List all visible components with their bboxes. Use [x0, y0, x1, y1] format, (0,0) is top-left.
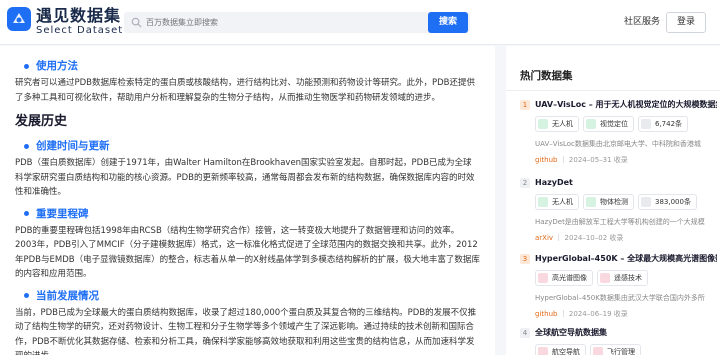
- dataset-description: HazyDet是由解放军工程大学等机构创建的一个大规模: [535, 218, 705, 226]
- dataset-title[interactable]: HazyDet: [535, 177, 717, 189]
- database-icon: [641, 197, 651, 207]
- hot-datasets-title: 热门数据集: [520, 70, 573, 82]
- tag[interactable]: 飞行管理: [590, 344, 641, 355]
- dataset-card[interactable]: 1 UAV–VisLoc – 用于无人机视觉定位的大规模数据集 无人机 视觉定位…: [520, 99, 717, 169]
- brand-subtitle: Select Dataset: [36, 25, 124, 36]
- tag[interactable]: 无人机: [535, 116, 579, 132]
- tag[interactable]: 高光谱图像: [535, 270, 593, 286]
- dataset-title[interactable]: 全球航空导航数据集: [535, 327, 717, 339]
- brand-name[interactable]: 遇见数据集: [36, 7, 121, 25]
- dataset-title[interactable]: UAV–VisLoc – 用于无人机视觉定位的大规模数据集: [535, 99, 717, 111]
- record-count: 383,000条: [638, 194, 697, 210]
- section-creation-heading: 创建时间与更新: [24, 139, 480, 153]
- tag[interactable]: 视觉定位: [583, 116, 634, 132]
- search-input[interactable]: [146, 12, 446, 33]
- dataset-card[interactable]: 4 全球航空导航数据集 航空导航 飞行管理: [520, 327, 716, 355]
- bullet-dot-icon: [24, 63, 29, 69]
- creation-paragraph: PDB（蛋白质数据库）创建于1971年，由Walter Hamilton在Bro…: [15, 158, 475, 197]
- dataset-description: HyperGlobal–450K数据集由武汉大学联合国内外多所: [535, 294, 705, 302]
- dataset-title[interactable]: HyperGlobal–450K – 全球最大规模高光谱图像数据集: [535, 253, 717, 265]
- search-box: [124, 12, 470, 33]
- navigation-icon: [538, 347, 548, 355]
- dataset-card[interactable]: 2 HazyDet 无人机 物体检测 383,000条 HazyDet是由解放军…: [520, 177, 716, 247]
- history-section-title: 发展历史: [15, 114, 68, 129]
- date-label: 2024–10–02: [564, 234, 608, 242]
- status-label: 收录: [613, 156, 628, 164]
- drone-icon: [538, 197, 548, 207]
- remote-sensing-icon: [600, 273, 610, 283]
- tag[interactable]: 物体检测: [583, 194, 634, 210]
- status-label: 收录: [609, 234, 624, 242]
- flight-icon: [593, 347, 603, 355]
- status-label: 收录: [613, 310, 628, 318]
- dataset-description: UAV–VisLoc数据集由北京邮电大学、中科院和香港城: [535, 140, 701, 148]
- search-button[interactable]: 搜索: [428, 12, 468, 33]
- dataset-card[interactable]: 3 HyperGlobal–450K – 全球最大规模高光谱图像数据集 高光谱图…: [520, 253, 717, 323]
- source-label: github: [535, 310, 558, 318]
- bullet-dot-icon: [24, 293, 29, 298]
- article-content: 使用方法 研究者可以通过PDB数据库检索特定的蛋白质或核酸结构，进行结构比对、功…: [0, 46, 495, 355]
- rank-badge: 1: [520, 100, 530, 110]
- usage-paragraph: 研究者可以通过PDB数据库检索特定的蛋白质或核酸结构，进行结构比对、功能预测和药…: [15, 78, 476, 103]
- tag[interactable]: 遥感技术: [597, 270, 648, 286]
- drone-icon: [538, 119, 548, 129]
- login-button[interactable]: 登录: [666, 12, 706, 33]
- date-label: 2024–05–31: [568, 156, 612, 164]
- database-icon: [641, 119, 651, 129]
- section-milestones-heading: 重要里程碑: [24, 207, 480, 221]
- source-label: github: [535, 156, 558, 164]
- bullet-dot-icon: [24, 211, 29, 216]
- date-label: 2024–06–19: [568, 310, 612, 318]
- search-icon: [131, 17, 142, 28]
- rank-badge: 4: [520, 328, 530, 338]
- bullet-dot-icon: [24, 143, 29, 149]
- logo-icon[interactable]: [6, 6, 32, 32]
- hot-datasets-panel: 热门数据集 1 UAV–VisLoc – 用于无人机视觉定位的大规模数据集 无人…: [506, 46, 720, 355]
- divider: [506, 90, 720, 91]
- record-count: 6,742条: [638, 116, 689, 132]
- current-paragraph: 当前，PDB已成为全球最大的蛋白质结构数据库，收录了超过180,000个蛋白质及…: [15, 307, 477, 355]
- rank-badge: 2: [520, 178, 530, 188]
- section-current-heading: 当前发展情况: [24, 289, 480, 303]
- tag[interactable]: 航空导航: [535, 344, 586, 355]
- hyperspectral-icon: [538, 273, 548, 283]
- rank-badge: 3: [520, 254, 530, 264]
- dataset-meta: github ｜ 2024–06–19 收录: [535, 310, 628, 318]
- tag[interactable]: 无人机: [535, 194, 579, 210]
- source-label: arXiv: [535, 234, 554, 242]
- milestones-paragraph: PDB的重要里程碑包括1998年由RCSB（结构生物学研究合作）接管，这一转变极…: [15, 225, 480, 280]
- object-detection-icon: [586, 197, 596, 207]
- nav-community-services[interactable]: 社区服务: [624, 16, 660, 28]
- top-header: 遇见数据集 Select Dataset 搜索 社区服务 登录: [0, 0, 720, 45]
- dataset-meta: github ｜ 2024–05–31 收录: [535, 156, 628, 164]
- section-usage-heading: 使用方法: [24, 59, 480, 73]
- location-icon: [586, 119, 596, 129]
- dataset-meta: arXiv ｜ 2024–10–02 收录: [535, 234, 624, 242]
